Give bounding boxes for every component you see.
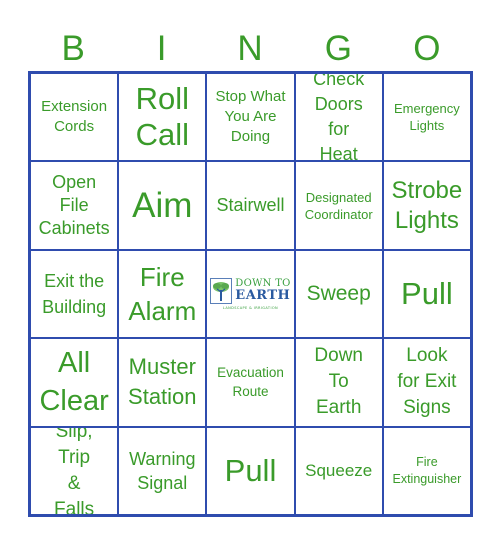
cell-text: Extension Cords [41, 98, 108, 136]
cell-text: Roll Call [135, 81, 189, 153]
cell-text: Open File Cabinets [38, 172, 110, 239]
header-letter-b: B [61, 29, 85, 68]
bingo-cell[interactable]: Sweep [294, 249, 383, 339]
bingo-grid: Extension Cords Roll Call Stop What You … [28, 71, 473, 517]
bingo-cell[interactable]: Squeeze [294, 426, 383, 515]
cell-text: Stairwell [216, 195, 285, 216]
bingo-cell[interactable]: Roll Call [118, 73, 207, 162]
bingo-cell[interactable]: Pull [206, 426, 295, 515]
bingo-cell[interactable]: All Clear [30, 338, 119, 427]
cell-text: Emergency Lights [394, 101, 460, 134]
header-letter-g: G [324, 29, 353, 68]
cell-text: Stop What You Are Doing [215, 88, 286, 146]
cell-text: Squeeze [305, 461, 373, 481]
header-letter-n: N [237, 29, 263, 68]
cell-text: Evacuation Route [217, 365, 284, 400]
bingo-cell[interactable]: Extension Cords [30, 73, 119, 162]
bingo-cell[interactable]: Warning Signal [118, 426, 207, 515]
tree-icon [210, 277, 233, 304]
bingo-cell[interactable]: Strobe Lights [382, 161, 471, 250]
cell-text: Exit the Building [42, 270, 107, 317]
header-letter-i: I [156, 29, 167, 68]
bingo-cell[interactable]: Stop What You Are Doing [206, 73, 295, 162]
cell-text: Muster Station [128, 354, 197, 410]
bingo-cell[interactable]: Open File Cabinets [30, 161, 119, 250]
bingo-cell[interactable]: Check Doors for Heat [294, 73, 383, 162]
cell-text: All Clear [39, 347, 109, 418]
cell-text: Strobe Lights [391, 176, 463, 234]
bingo-cell[interactable]: Emergency Lights [382, 73, 471, 162]
cell-text: Warning Signal [129, 448, 196, 493]
cell-text: Pull [401, 275, 453, 311]
bingo-cell[interactable]: Fire Extinguisher [382, 426, 471, 515]
cell-text: Look for Exit Signs [397, 345, 457, 419]
bingo-cell[interactable]: Fire Alarm [118, 249, 207, 339]
bingo-cell[interactable]: Evacuation Route [206, 338, 295, 427]
bingo-cell[interactable]: Muster Station [118, 338, 207, 427]
logo-line2: EARTH [235, 288, 291, 304]
cell-text: Slip, Trip & Falls [54, 426, 95, 515]
cell-text: Pull [224, 452, 277, 488]
bingo-cell[interactable]: Slip, Trip & Falls [30, 426, 119, 515]
cell-text: Fire Alarm [128, 261, 197, 326]
cell-text: Check Doors for Heat [313, 73, 365, 162]
cell-text: Fire Extinguisher [392, 454, 462, 486]
bingo-cell[interactable]: Look for Exit Signs [382, 338, 471, 427]
bingo-header: B I N G O [29, 28, 471, 70]
header-letter-o: O [413, 29, 441, 68]
free-space[interactable]: DOWN TO EARTH LANDSCAPE & IRRIGATION [206, 249, 295, 339]
bingo-cell[interactable]: Aim [118, 161, 207, 250]
company-logo: DOWN TO EARTH LANDSCAPE & IRRIGATION [210, 277, 291, 310]
bingo-cell[interactable]: Down To Earth [294, 338, 383, 427]
bingo-cell[interactable]: Stairwell [206, 161, 295, 250]
cell-text: Aim [132, 185, 193, 225]
bingo-cell[interactable]: Designated Coordinator [294, 161, 383, 250]
logo-tagline: LANDSCAPE & IRRIGATION [222, 305, 279, 310]
cell-text: Sweep [306, 281, 371, 305]
bingo-cell[interactable]: Pull [382, 249, 471, 339]
cell-text: Down To Earth [314, 345, 363, 419]
bingo-cell[interactable]: Exit the Building [30, 249, 119, 339]
cell-text: Designated Coordinator [304, 189, 373, 222]
